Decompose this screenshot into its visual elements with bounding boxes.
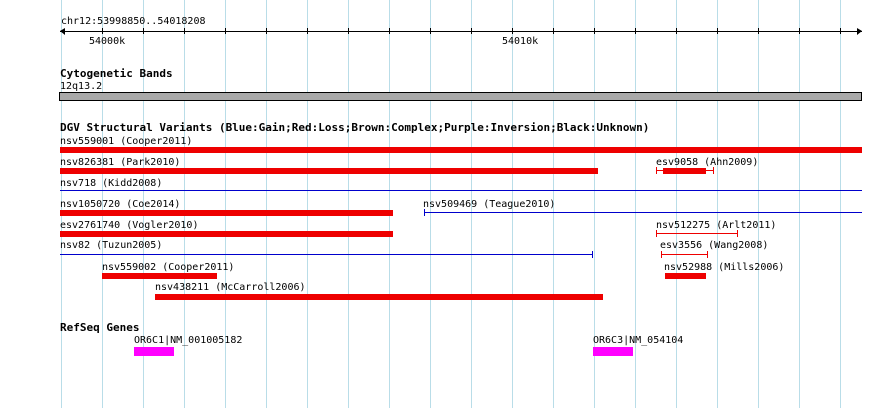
variant-label: esv9058 (Ahn2009): [656, 157, 759, 168]
genome-browser-panel: chr12:53998850..54018208 54000k 54010k C…: [0, 0, 890, 408]
ruler-tick: [717, 28, 718, 34]
variant-line[interactable]: [424, 212, 862, 213]
grid-line: [348, 0, 349, 408]
ruler-tick: [225, 28, 226, 34]
ruler-tick: [471, 28, 472, 34]
ruler-tick: [266, 28, 267, 34]
ruler-right-arrow-icon: [857, 28, 862, 35]
ruler-axis[interactable]: [60, 31, 862, 32]
cytoband-track-title: Cytogenetic Bands: [60, 67, 173, 80]
ruler-tick-label: 54000k: [89, 36, 126, 47]
variant-bar[interactable]: [60, 147, 862, 153]
variant-label: nsv559001 (Cooper2011): [60, 136, 193, 147]
ruler-tick: [676, 28, 677, 34]
variant-cap: [737, 230, 738, 237]
variant-cap: [661, 251, 662, 258]
grid-line: [799, 0, 800, 408]
variant-cap: [656, 230, 657, 237]
variant-bar[interactable]: [60, 231, 393, 237]
variant-label: nsv718 (Kidd2008): [60, 178, 163, 189]
refseq-track-title: RefSeq Genes: [60, 321, 140, 334]
variant-cap: [424, 209, 425, 216]
variant-label: esv2761740 (Vogler2010): [60, 220, 199, 231]
grid-line: [840, 0, 841, 408]
gene-feature[interactable]: [593, 347, 633, 356]
variant-bar[interactable]: [60, 168, 598, 174]
variant-cap: [707, 251, 708, 258]
variant-line[interactable]: [656, 233, 738, 234]
ruler-location: chr12:53998850..54018208: [61, 16, 206, 27]
gene-feature[interactable]: [134, 347, 174, 356]
grid-line: [676, 0, 677, 408]
variant-label: nsv826381 (Park2010): [60, 157, 181, 168]
variant-bar[interactable]: [665, 273, 706, 279]
variant-label: nsv512275 (Arlt2011): [656, 220, 777, 231]
variant-bar[interactable]: [663, 168, 706, 174]
ruler-tick: [799, 28, 800, 34]
variant-cap: [592, 251, 593, 258]
variant-whisker-cap: [656, 167, 657, 174]
variant-label: nsv52988 (Mills2006): [664, 262, 785, 273]
variant-label: nsv438211 (McCarroll2006): [155, 282, 306, 293]
ruler-tick: [840, 28, 841, 34]
ruler-tick: [184, 28, 185, 34]
ruler-tick: [512, 28, 513, 34]
ruler-tick: [389, 28, 390, 34]
grid-line: [389, 0, 390, 408]
ruler-tick: [102, 28, 103, 34]
variant-label: nsv82 (Tuzun2005): [60, 240, 163, 251]
gene-label: OR6C1|NM_001005182: [134, 335, 243, 346]
ruler-tick: [143, 28, 144, 34]
grid-line: [266, 0, 267, 408]
cytoband-label: 12q13.2: [60, 81, 103, 92]
dgv-track-title: DGV Structural Variants (Blue:Gain;Red:L…: [60, 121, 650, 134]
ruler-tick: [430, 28, 431, 34]
variant-bar[interactable]: [60, 210, 393, 216]
gene-label: OR6C3|NM_054104: [593, 335, 684, 346]
ruler-left-arrow-icon: [60, 28, 65, 35]
cytoband-bar[interactable]: [59, 92, 862, 101]
ruler-tick: [594, 28, 595, 34]
variant-line[interactable]: [60, 254, 593, 255]
grid-line: [225, 0, 226, 408]
variant-bar[interactable]: [155, 294, 603, 300]
variant-label: nsv559002 (Cooper2011): [102, 262, 235, 273]
ruler-tick: [348, 28, 349, 34]
grid-line: [184, 0, 185, 408]
ruler-tick: [758, 28, 759, 34]
grid-line: [307, 0, 308, 408]
variant-line[interactable]: [661, 254, 708, 255]
variant-label: esv3556 (Wang2008): [660, 240, 769, 251]
variant-line[interactable]: [60, 190, 862, 191]
ruler-tick-label: 54010k: [502, 36, 539, 47]
ruler-tick: [635, 28, 636, 34]
ruler-tick: [553, 28, 554, 34]
variant-whisker-cap: [713, 167, 714, 174]
grid-line: [717, 0, 718, 408]
ruler-tick: [307, 28, 308, 34]
variant-label: nsv509469 (Teague2010): [423, 199, 556, 210]
grid-line: [758, 0, 759, 408]
variant-label: nsv1050720 (Coe2014): [60, 199, 181, 210]
grid-line: [635, 0, 636, 408]
variant-bar[interactable]: [102, 273, 217, 279]
